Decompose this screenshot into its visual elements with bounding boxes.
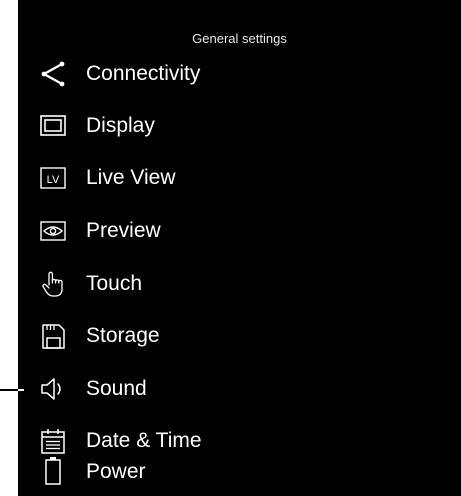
- menu-item-label: Sound: [86, 377, 147, 400]
- menu-item-label: Preview: [86, 219, 161, 242]
- display-icon: [38, 111, 68, 141]
- menu-item-label: Power: [86, 460, 146, 483]
- live-view-icon: LV: [38, 163, 68, 193]
- menu-item-live-view[interactable]: LV Live View: [18, 152, 461, 204]
- menu-item-label: Touch: [86, 272, 143, 295]
- hand-touch-icon: [38, 269, 68, 299]
- menu-item-preview[interactable]: Preview: [18, 205, 461, 257]
- eye-icon: [38, 216, 68, 246]
- menu-item-display[interactable]: Display: [18, 100, 461, 152]
- share-icon: [38, 59, 68, 89]
- menu-item-label: Connectivity: [86, 62, 201, 85]
- page-title: General settings: [192, 31, 287, 46]
- sd-card-icon: [38, 321, 68, 351]
- menu-item-label: Display: [86, 114, 155, 137]
- menu-item-touch[interactable]: Touch: [18, 258, 461, 310]
- battery-icon: [38, 457, 68, 487]
- settings-screen: General settings Connectivity Display LV…: [18, 0, 461, 496]
- menu-item-label: Storage: [86, 324, 160, 347]
- menu-item-connectivity[interactable]: Connectivity: [18, 48, 461, 100]
- live-view-icon-text: LV: [47, 174, 60, 186]
- callout-pointer: [18, 389, 24, 391]
- menu-item-label: Live View: [86, 166, 176, 189]
- menu-item-sound[interactable]: Sound: [18, 363, 461, 415]
- speaker-icon: [38, 374, 68, 404]
- menu-item-power[interactable]: Power: [18, 446, 461, 496]
- menu-item-storage[interactable]: Storage: [18, 310, 461, 362]
